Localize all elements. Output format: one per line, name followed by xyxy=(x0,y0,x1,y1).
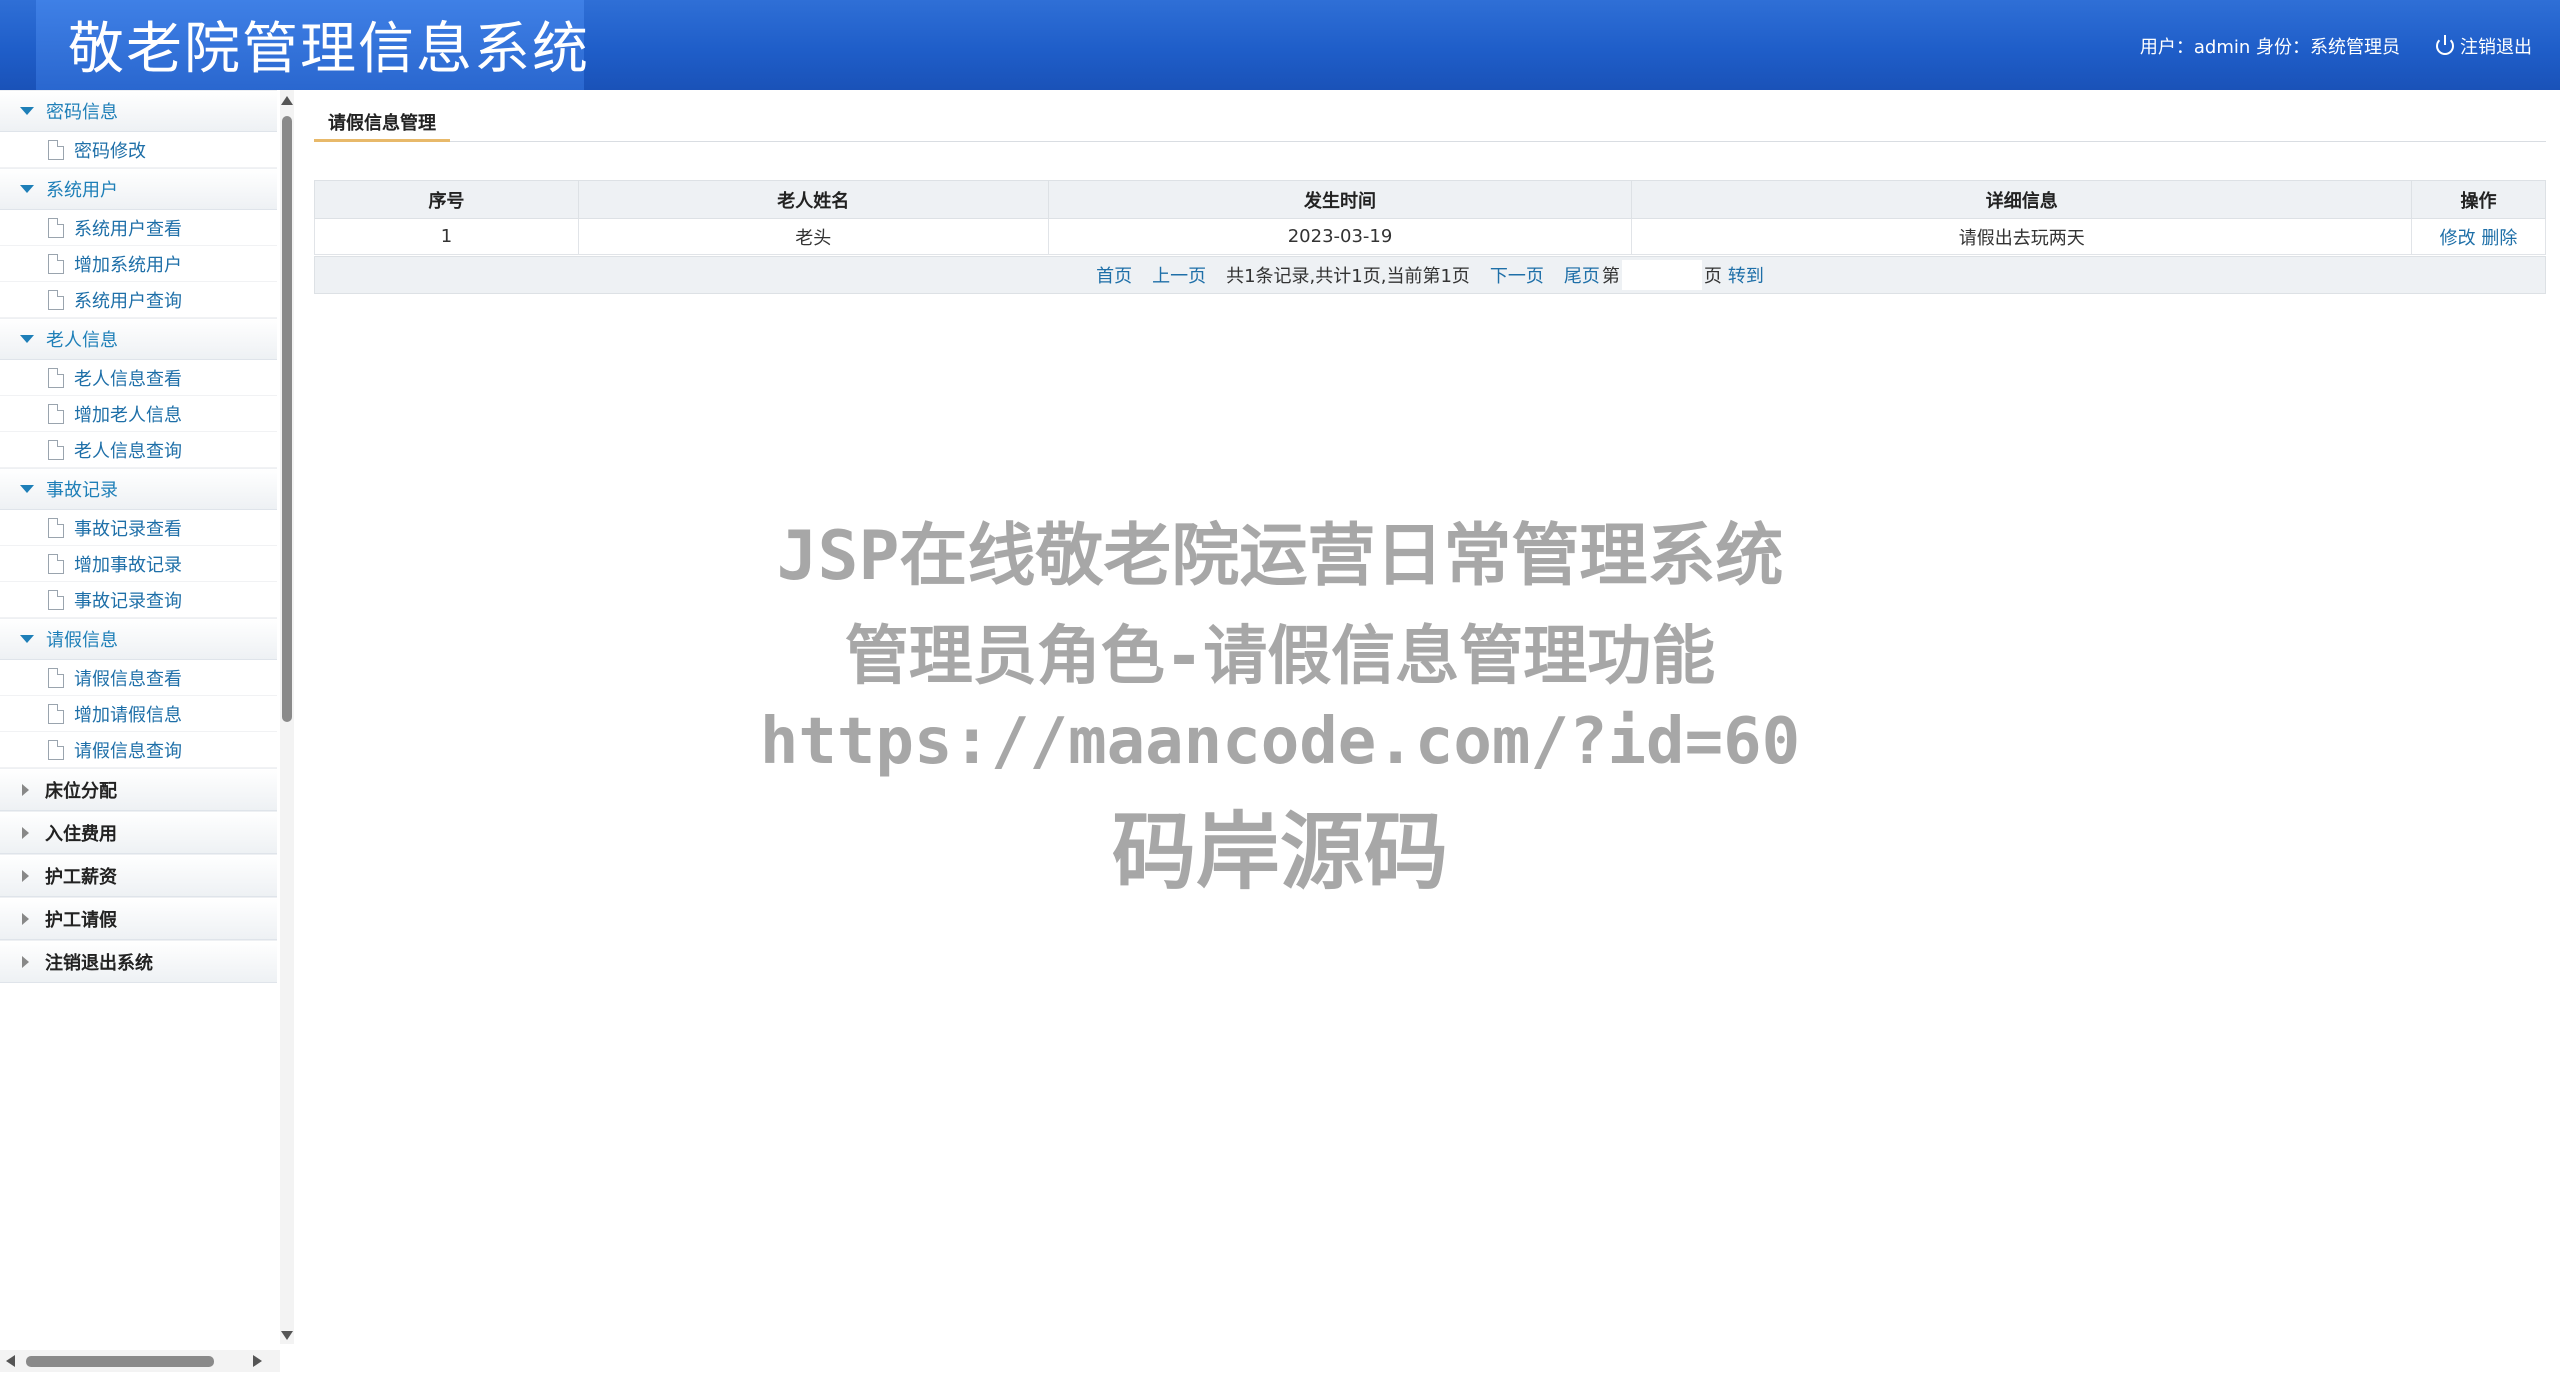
sidebar-item-elder-add[interactable]: 增加老人信息 xyxy=(0,396,277,432)
sidebar-item-system-user-view[interactable]: 系统用户查看 xyxy=(0,210,277,246)
prev-page-link[interactable]: 上一页 xyxy=(1152,262,1206,288)
power-icon xyxy=(2436,35,2454,55)
goto-prefix: 第 xyxy=(1601,266,1620,287)
cell-detail: 请假出去玩两天 xyxy=(1631,218,2413,255)
current-user-label: 用户：admin 身份：系统管理员 xyxy=(2139,37,2400,58)
sidebar-item-label: 老人信息查询 xyxy=(74,440,182,462)
collapse-caret-icon xyxy=(22,912,29,925)
page-icon xyxy=(48,403,64,424)
sidebar-item-label: 老人信息查看 xyxy=(74,368,182,390)
page-icon xyxy=(48,139,64,160)
watermark-line-2: 管理员角色-请假信息管理功能 xyxy=(844,620,1716,694)
tab-leave-management[interactable]: 请假信息管理 xyxy=(314,110,450,142)
expand-caret-icon xyxy=(20,185,34,193)
page-icon xyxy=(48,367,64,388)
sidebar-group-label: 老人信息 xyxy=(46,330,118,351)
col-header-actions: 操作 xyxy=(2411,180,2546,219)
page-icon xyxy=(48,217,64,238)
page-icon xyxy=(48,439,64,460)
scroll-up-arrow-icon[interactable] xyxy=(281,96,293,105)
next-page-link[interactable]: 下一页 xyxy=(1490,262,1544,288)
goto-suffix: 页 xyxy=(1703,266,1722,287)
sidebar-group-password[interactable]: 密码信息 xyxy=(0,90,277,132)
col-header-time: 发生时间 xyxy=(1047,180,1633,219)
sidebar-item-system-user-add[interactable]: 增加系统用户 xyxy=(0,246,277,282)
sidebar-group-logout-system[interactable]: 注销退出系统 xyxy=(0,940,277,983)
sidebar-item-label: 系统用户查看 xyxy=(74,218,182,240)
col-header-seq: 序号 xyxy=(314,180,579,219)
page-number-input[interactable] xyxy=(1621,260,1702,290)
page-icon xyxy=(48,253,64,274)
page-icon xyxy=(48,289,64,310)
leave-table: 序号 老人姓名 发生时间 详细信息 操作 1 老头 2023-03-19 请假出… xyxy=(314,180,2546,255)
sidebar-item-label: 系统用户查询 xyxy=(74,290,182,312)
table-row: 1 老头 2023-03-19 请假出去玩两天 修改 删除 xyxy=(314,218,2546,255)
cell-name: 老头 xyxy=(577,218,1049,255)
last-page-link[interactable]: 尾页 xyxy=(1564,262,1600,288)
sidebar-item-label: 密码修改 xyxy=(74,140,146,162)
logout-link[interactable]: 注销退出 xyxy=(2436,33,2532,59)
scroll-left-arrow-icon[interactable] xyxy=(6,1355,15,1367)
col-header-detail: 详细信息 xyxy=(1631,180,2413,219)
goto-page-link[interactable]: 转到 xyxy=(1728,262,1764,288)
sidebar-group-system-users[interactable]: 系统用户 xyxy=(0,168,277,210)
col-header-name: 老人姓名 xyxy=(577,180,1049,219)
cell-time: 2023-03-19 xyxy=(1047,218,1633,255)
collapse-caret-icon xyxy=(22,955,29,968)
top-header: 敬老院管理信息系统 用户：admin 身份：系统管理员 注销退出 xyxy=(0,0,2560,90)
sidebar-item-password-change[interactable]: 密码修改 xyxy=(0,132,277,168)
sidebar-item-elder-view[interactable]: 老人信息查看 xyxy=(0,360,277,396)
sidebar-item-label: 增加老人信息 xyxy=(74,404,182,426)
sidebar-item-system-user-query[interactable]: 系统用户查询 xyxy=(0,282,277,318)
sidebar-group-elder-info[interactable]: 老人信息 xyxy=(0,318,277,360)
scroll-down-arrow-icon[interactable] xyxy=(281,1331,293,1340)
cell-actions: 修改 删除 xyxy=(2411,218,2546,255)
tab-bar: 请假信息管理 xyxy=(314,110,2546,142)
sidebar-group-label: 事故记录 xyxy=(46,480,118,501)
expand-caret-icon xyxy=(20,335,34,343)
cell-seq: 1 xyxy=(314,218,579,255)
watermark-line-4: 码岸源码 xyxy=(1111,803,1448,901)
sidebar-horizontal-scrollbar[interactable] xyxy=(0,1350,280,1372)
sidebar-group-label: 系统用户 xyxy=(46,180,118,201)
pagination-info: 共1条记录,共计1页,当前第1页 xyxy=(1226,266,1470,287)
delete-link[interactable]: 删除 xyxy=(2481,228,2517,249)
sidebar-item-elder-query[interactable]: 老人信息查询 xyxy=(0,432,277,468)
table-header-row: 序号 老人姓名 发生时间 详细信息 操作 xyxy=(314,180,2546,219)
sidebar-group-label: 护工请假 xyxy=(45,909,117,931)
expand-caret-icon xyxy=(20,107,34,115)
sidebar-group-label: 注销退出系统 xyxy=(45,952,153,974)
app-title: 敬老院管理信息系统 xyxy=(68,17,590,82)
pagination-bar: 首页 上一页 共1条记录,共计1页,当前第1页 下一页 尾页 第 页 转到 xyxy=(314,256,2546,294)
sidebar-item-label: 增加系统用户 xyxy=(74,254,182,276)
expand-caret-icon xyxy=(20,485,34,493)
logout-label: 注销退出 xyxy=(2460,37,2532,58)
watermark-line-3: https://maancode.com/?id=60 xyxy=(759,705,1801,779)
watermark-line-1: JSP在线敬老院运营日常管理系统 xyxy=(776,517,1784,596)
scroll-right-arrow-icon[interactable] xyxy=(253,1355,262,1367)
scrollbar-thumb[interactable] xyxy=(26,1356,214,1367)
sidebar-group-label: 密码信息 xyxy=(46,102,118,123)
first-page-link[interactable]: 首页 xyxy=(1096,262,1132,288)
edit-link[interactable]: 修改 xyxy=(2440,228,2476,249)
